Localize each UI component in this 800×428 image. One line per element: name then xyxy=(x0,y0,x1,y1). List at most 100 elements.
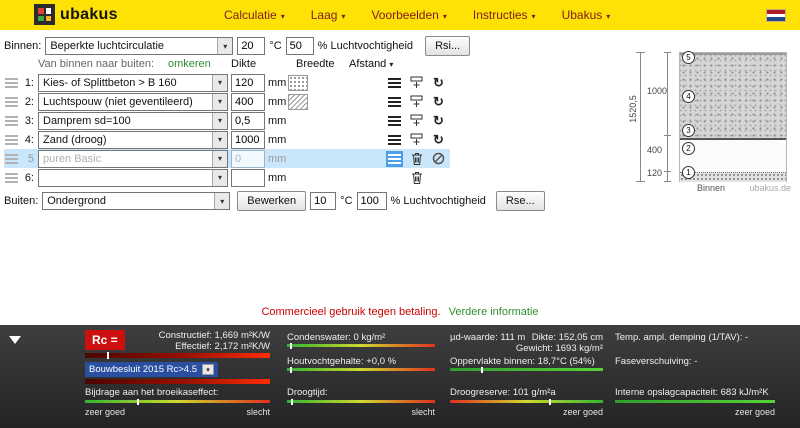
chevron-down-icon xyxy=(212,169,227,186)
rotate-layer-icon[interactable]: ↻ xyxy=(430,113,447,129)
layer-menu-icon[interactable] xyxy=(386,113,403,129)
broeikaseffect-bar xyxy=(85,399,270,405)
menu-ubakus[interactable]: Ubakus xyxy=(562,8,611,22)
delete-layer-icon[interactable] xyxy=(408,151,425,167)
droogreserve-value: Droogreserve: 101 g/m²a xyxy=(450,387,556,398)
main-menu: Calculatie Laag Voorbeelden Instructies … xyxy=(224,8,610,22)
layer-menu-icon[interactable] xyxy=(386,150,403,167)
afstand-header[interactable]: Afstand xyxy=(349,58,393,70)
bouwbesluit-dropdown-icon[interactable] xyxy=(202,364,215,375)
buiten-row: Buiten: Ondergrond Bewerken °C % Luchtvo… xyxy=(4,191,545,211)
layer-row-6: 6: mm xyxy=(4,168,450,187)
houtvochtgehalte-value: Houtvochtgehalte: +0,0 % xyxy=(287,356,397,367)
dikte-header: Dikte xyxy=(231,58,257,70)
droogtijd-bar xyxy=(287,399,435,405)
dutch-flag-icon[interactable] xyxy=(766,9,786,22)
commercial-warning-text: Commercieel gebruik tegen betaling. xyxy=(261,306,441,318)
insert-layer-icon[interactable] xyxy=(408,75,425,91)
layer-2-material-select[interactable]: Luchtspouw (niet geventileerd) xyxy=(38,92,228,111)
layer-marker-3: 3 xyxy=(682,124,695,137)
layer-2-stripe xyxy=(680,140,786,172)
rse-button[interactable]: Rse... xyxy=(495,191,545,211)
ubakus-logo-icon xyxy=(34,4,55,25)
delete-layer-icon[interactable] xyxy=(408,170,425,186)
drag-handle-icon[interactable] xyxy=(5,153,18,164)
houtvochtgehalte-bar xyxy=(287,367,435,373)
layer-4-stripe xyxy=(680,55,786,138)
layer-menu-icon[interactable] xyxy=(386,132,403,148)
disable-layer-icon[interactable] xyxy=(430,151,447,167)
layer-5-material-select[interactable]: puren Basic xyxy=(38,149,228,168)
scale-zeer-goed: zeer goed xyxy=(562,407,603,417)
layer-5-dikte-input[interactable] xyxy=(231,149,265,168)
unit-label: mm xyxy=(268,114,287,127)
buiten-temp-input[interactable] xyxy=(310,192,337,210)
layer-menu-icon[interactable] xyxy=(386,75,403,91)
layer-4-dikte-input[interactable] xyxy=(231,130,265,149)
rc-label: Rc = xyxy=(85,330,125,350)
rc-quality-bar xyxy=(85,352,270,359)
bewerken-button[interactable]: Bewerken xyxy=(237,191,307,211)
layer-menu-icon[interactable] xyxy=(386,94,403,110)
oppervlakte-bar xyxy=(450,367,603,373)
droogreserve-bar xyxy=(450,399,603,405)
buiten-select[interactable]: Ondergrond xyxy=(42,192,231,210)
rotate-layer-icon[interactable]: ↻ xyxy=(430,75,447,91)
buiten-label: Buiten: xyxy=(4,195,39,207)
binnen-humidity-input[interactable] xyxy=(285,37,314,55)
menu-voorbeelden[interactable]: Voorbeelden xyxy=(371,8,446,22)
verdere-informatie-link[interactable]: Verdere informatie xyxy=(449,306,539,318)
insert-layer-icon[interactable] xyxy=(408,132,425,148)
menu-laag[interactable]: Laag xyxy=(311,8,346,22)
bouwbesluit-label: Bouwbesluit 2015 Rc>4.5 xyxy=(89,364,198,375)
drag-handle-icon[interactable] xyxy=(5,115,18,126)
insert-layer-icon[interactable] xyxy=(408,94,425,110)
ubakus-logo[interactable]: ubakus xyxy=(34,4,118,25)
rsi-button[interactable]: Rsi... xyxy=(425,36,471,56)
rotate-layer-icon[interactable]: ↻ xyxy=(430,132,447,148)
insert-layer-icon[interactable] xyxy=(408,113,425,129)
texture-pattern-button[interactable] xyxy=(288,93,308,110)
layer-number: 2: xyxy=(24,95,34,108)
layer-marker-5: 5 xyxy=(682,51,695,64)
drag-handle-icon[interactable] xyxy=(5,134,18,145)
chevron-down-icon xyxy=(212,112,227,129)
layer-4-material-select[interactable]: Zand (droog) xyxy=(38,130,228,149)
drag-handle-icon[interactable] xyxy=(5,77,18,88)
layer-1-material-select[interactable]: Kies- of Splittbeton > B 160 xyxy=(38,73,228,92)
ubakus-app: ubakus Calculatie Laag Voorbeelden Instr… xyxy=(0,0,800,428)
rotate-layer-icon[interactable]: ↻ xyxy=(430,94,447,110)
layer-marker-2: 2 xyxy=(682,142,695,155)
layer-1-dikte-input[interactable] xyxy=(231,73,265,92)
layer-2-dikte-input[interactable] xyxy=(231,92,265,111)
layer-row-5[interactable]: 5 puren Basic mm xyxy=(4,149,450,168)
condenswater-bar xyxy=(287,343,435,349)
collapse-panel-icon[interactable] xyxy=(9,336,21,344)
binnen-humidity-unit: % Luchtvochtigheid xyxy=(317,40,414,52)
layer-3-dikte-input[interactable] xyxy=(231,111,265,130)
binnen-side-label: Binnen xyxy=(697,183,726,193)
unit-label: mm xyxy=(268,95,287,108)
drag-handle-icon[interactable] xyxy=(5,172,18,183)
binnen-climate-select[interactable]: Beperkte luchtcirculatie xyxy=(45,37,234,55)
ubakus-logo-text: ubakus xyxy=(60,5,118,23)
temp-demping-value: Temp. ampl. demping (1/TAV): - xyxy=(615,332,749,343)
menu-instructies[interactable]: Instructies xyxy=(473,8,536,22)
layer-6-dikte-input[interactable] xyxy=(231,168,265,187)
segment-dim-120: 120 xyxy=(647,168,663,178)
omkeren-link[interactable]: omkeren xyxy=(168,58,211,70)
layer-number: 5 xyxy=(27,152,34,165)
binnen-temp-unit: °C xyxy=(269,40,282,52)
chevron-down-icon xyxy=(212,93,227,110)
scale-zeer-goed: zeer goed xyxy=(734,407,775,417)
layer-number: 3: xyxy=(24,114,34,127)
texture-pattern-button[interactable] xyxy=(288,74,308,91)
wall-cross-section: 1520,5 1000 400 120 5 4 3 2 1 Binnen uba… xyxy=(627,44,795,196)
menu-calculatie[interactable]: Calculatie xyxy=(224,8,285,22)
layer-6-material-select[interactable] xyxy=(38,168,228,187)
dikte-value: Dikte: 152,05 cm xyxy=(531,332,603,343)
binnen-temp-input[interactable] xyxy=(237,37,266,55)
buiten-humidity-input[interactable] xyxy=(356,192,387,210)
drag-handle-icon[interactable] xyxy=(5,96,18,107)
layer-3-material-select[interactable]: Damprem sd=100 xyxy=(38,111,228,130)
